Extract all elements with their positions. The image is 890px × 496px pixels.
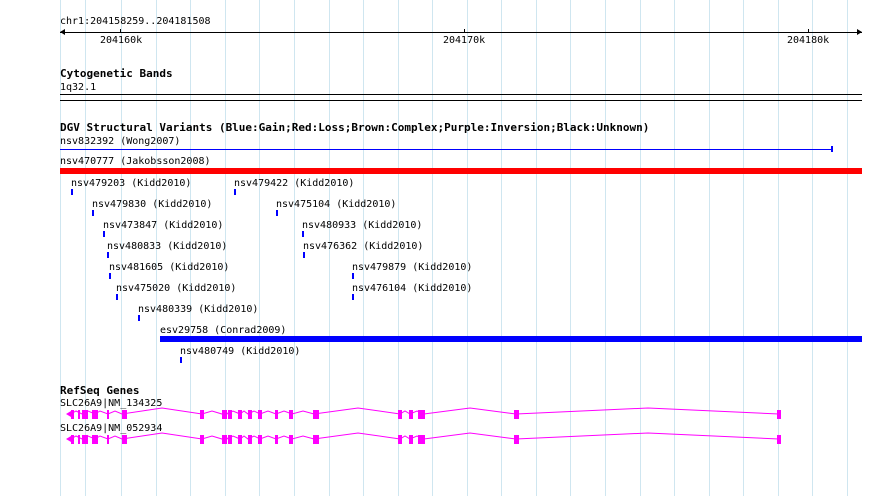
cytoband-label: 1q32.1 [60, 82, 97, 93]
variant-feature[interactable] [234, 189, 236, 195]
variant-label[interactable]: nsv475020 (Kidd2010) [116, 283, 236, 294]
gene-strand-arrow-icon [66, 436, 71, 442]
variant-feature[interactable] [352, 273, 354, 279]
variant-feature[interactable] [71, 189, 73, 195]
variant-feature[interactable] [107, 252, 109, 258]
grid-line [674, 0, 675, 496]
gene-label[interactable]: SLC26A9|NM_134325 [60, 398, 162, 409]
variant-feature[interactable] [160, 336, 862, 342]
grid-line [605, 0, 606, 496]
grid-line [259, 0, 260, 496]
grid-line [778, 0, 779, 496]
variant-label[interactable]: esv29758 (Conrad2009) [160, 325, 286, 336]
variant-label[interactable]: nsv475104 (Kidd2010) [276, 199, 396, 210]
variant-feature[interactable] [352, 294, 354, 300]
variant-feature[interactable] [302, 231, 304, 237]
grid-line [847, 0, 848, 496]
grid-line [294, 0, 295, 496]
grid-line [743, 0, 744, 496]
grid-line [432, 0, 433, 496]
variant-feature[interactable] [138, 315, 140, 321]
variant-label[interactable]: nsv479203 (Kidd2010) [71, 178, 191, 189]
gene-introns [70, 432, 780, 440]
variant-label[interactable]: nsv480749 (Kidd2010) [180, 346, 300, 357]
variant-label[interactable]: nsv476104 (Kidd2010) [352, 283, 472, 294]
variant-label[interactable]: nsv476362 (Kidd2010) [303, 241, 423, 252]
variant-label[interactable]: nsv480833 (Kidd2010) [107, 241, 227, 252]
grid-line [536, 0, 537, 496]
ruler-tick-label: 204160k [100, 35, 143, 46]
variant-feature[interactable] [303, 252, 305, 258]
variant-label[interactable]: nsv479830 (Kidd2010) [92, 199, 212, 210]
variant-label[interactable]: nsv470777 (Jakobsson2008) [60, 156, 211, 167]
cytoband-line[interactable] [60, 94, 862, 95]
ruler-left-arrow-icon[interactable] [60, 29, 65, 35]
ruler-right-arrow-icon[interactable] [857, 29, 862, 35]
variant-feature[interactable] [92, 210, 94, 216]
grid-line [709, 0, 710, 496]
variant-label[interactable]: nsv479879 (Kidd2010) [352, 262, 472, 273]
variant-label[interactable]: nsv473847 (Kidd2010) [103, 220, 223, 231]
variant-feature[interactable] [180, 357, 182, 363]
gene-introns [70, 407, 780, 415]
gene-label[interactable]: SLC26A9|NM_052934 [60, 423, 162, 434]
variant-feature[interactable] [60, 168, 862, 174]
ruler-line [60, 32, 862, 33]
variant-label[interactable]: nsv480339 (Kidd2010) [138, 304, 258, 315]
variant-label[interactable]: nsv832392 (Wong2007) [60, 136, 180, 147]
grid-line [501, 0, 502, 496]
grid-line [570, 0, 571, 496]
dgv-track-title: DGV Structural Variants (Blue:Gain;Red:L… [60, 121, 650, 134]
genome-browser-view: chr1:204158259..204181508 204160k 204170… [0, 0, 890, 496]
variant-feature[interactable] [276, 210, 278, 216]
ruler-tick-label: 204170k [443, 35, 486, 46]
variant-feature-end [831, 146, 833, 152]
ruler-tick [464, 29, 465, 33]
grid-line [812, 0, 813, 496]
ruler-tick [120, 29, 121, 33]
variant-label[interactable]: nsv479422 (Kidd2010) [234, 178, 354, 189]
location-label: chr1:204158259..204181508 [60, 16, 211, 27]
grid-line [467, 0, 468, 496]
variant-label[interactable]: nsv481605 (Kidd2010) [109, 262, 229, 273]
variant-label[interactable]: nsv480933 (Kidd2010) [302, 220, 422, 231]
cytoband-line[interactable] [60, 100, 862, 101]
variant-feature[interactable] [103, 231, 105, 237]
variant-feature[interactable] [60, 149, 832, 150]
gene-strand-arrow-icon [66, 411, 71, 417]
cytoband-track-title: Cytogenetic Bands [60, 67, 173, 80]
refseq-track-title: RefSeq Genes [60, 384, 140, 397]
ruler-tick [808, 29, 809, 33]
variant-feature[interactable] [109, 273, 111, 279]
grid-line [640, 0, 641, 496]
ruler-tick-label: 204180k [787, 35, 830, 46]
variant-feature[interactable] [116, 294, 118, 300]
